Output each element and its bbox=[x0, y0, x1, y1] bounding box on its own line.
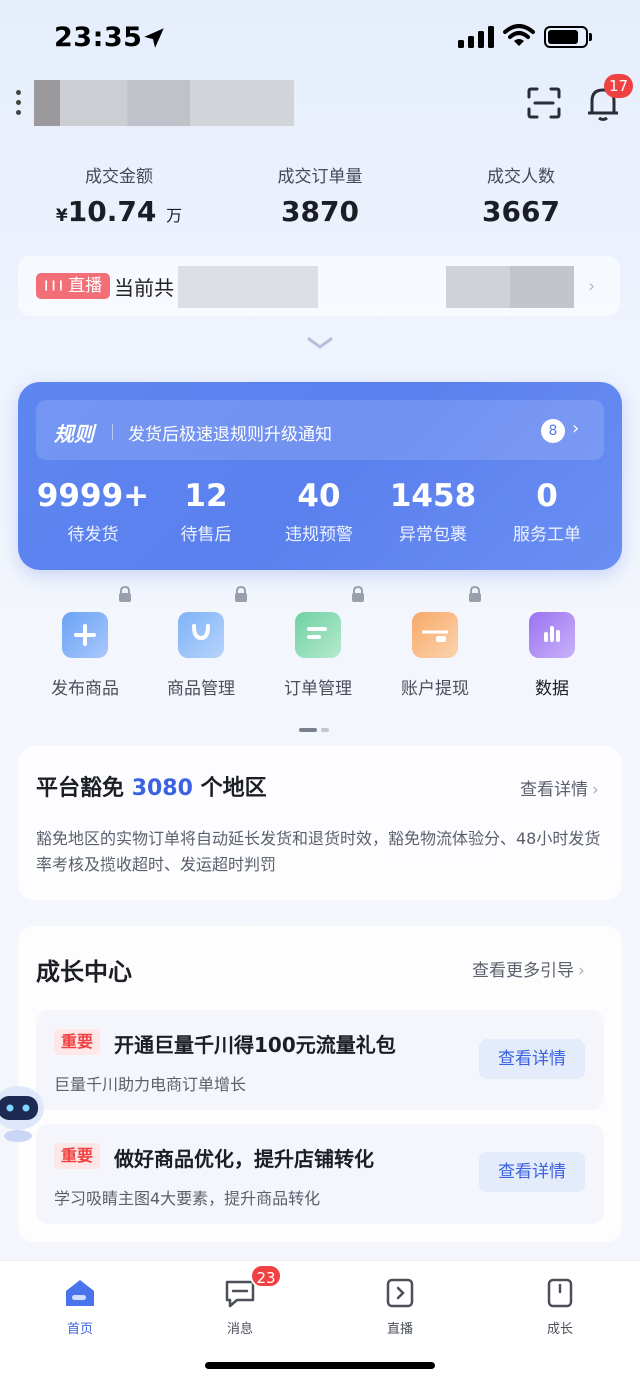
order-icon bbox=[295, 612, 341, 658]
divider bbox=[112, 424, 113, 440]
more-menu-icon[interactable] bbox=[16, 90, 24, 120]
action-label: 数据 bbox=[535, 679, 569, 699]
tab-home[interactable]: 首页 bbox=[40, 1278, 120, 1337]
view-details-button[interactable]: 查看详情 bbox=[479, 1039, 585, 1079]
metric-pending-ship[interactable]: 9999+ 待发货 bbox=[36, 478, 150, 545]
growth-icon bbox=[547, 1278, 573, 1308]
metric-value: 1458 bbox=[389, 478, 477, 514]
stat-value: ¥10.74 万 bbox=[55, 195, 183, 228]
view-details-button[interactable]: 查看详情 bbox=[479, 1152, 585, 1192]
exempt-description: 豁免地区的实物订单将自动延长发货和退货时效，豁免物流体验分、48小时发货率考核及… bbox=[36, 829, 601, 874]
important-tag: 重要 bbox=[54, 1029, 101, 1055]
task-title: 做好商品优化，提升店铺转化 bbox=[114, 1147, 374, 1171]
metric-value: 0 bbox=[536, 478, 558, 514]
stat-buyers[interactable]: 成交人数 3667 bbox=[436, 162, 606, 228]
stat-value: 3870 bbox=[281, 195, 359, 228]
lock-icon bbox=[352, 586, 364, 602]
chevron-right-icon: › bbox=[572, 418, 580, 439]
notification-badge: 17 bbox=[604, 74, 634, 98]
live-play-icon bbox=[386, 1278, 414, 1308]
stat-gmv[interactable]: 成交金额 ¥10.74 万 bbox=[34, 162, 204, 228]
home-indicator bbox=[205, 1362, 435, 1369]
action-label: 商品管理 bbox=[167, 679, 235, 699]
action-label: 账户提现 bbox=[401, 679, 469, 699]
action-product-management[interactable]: 商品管理 bbox=[143, 604, 259, 699]
metric-label: 服务工单 bbox=[513, 525, 581, 545]
chevron-right-icon: › bbox=[578, 961, 585, 981]
action-label: 订单管理 bbox=[284, 679, 352, 699]
shop-name-blurred[interactable] bbox=[34, 80, 294, 126]
tab-label: 直播 bbox=[386, 1322, 413, 1337]
metric-value: 9999+ bbox=[36, 478, 150, 514]
location-arrow-icon bbox=[144, 28, 164, 48]
live-bars-icon: ❙❙❙ bbox=[42, 280, 65, 291]
tab-label: 成长 bbox=[546, 1322, 573, 1337]
exempt-title: 平台豁免 3080 个地区 bbox=[36, 776, 267, 801]
tab-live[interactable]: 直播 bbox=[360, 1278, 440, 1337]
chevron-right-icon: › bbox=[592, 780, 599, 800]
live-tag: ❙❙❙ 直播 bbox=[36, 273, 111, 299]
tab-growth[interactable]: 成长 bbox=[520, 1278, 600, 1337]
stat-label: 成交金额 bbox=[85, 167, 153, 187]
action-order-management[interactable]: 订单管理 bbox=[260, 604, 376, 699]
wallet-icon bbox=[412, 612, 458, 658]
assistant-robot-icon[interactable] bbox=[0, 1074, 48, 1144]
metric-label: 待发货 bbox=[67, 525, 119, 545]
metric-violation[interactable]: 40 违规预警 bbox=[262, 478, 376, 545]
chevron-right-icon: › bbox=[588, 276, 596, 297]
tab-label: 首页 bbox=[66, 1322, 93, 1337]
task-title: 开通巨量千川得100元流量礼包 bbox=[114, 1033, 396, 1057]
exempt-details-link[interactable]: 查看详情 › bbox=[520, 775, 599, 800]
task-subtitle: 学习吸睛主图4大要素，提升商品转化 bbox=[54, 1189, 321, 1208]
scan-icon[interactable] bbox=[526, 86, 562, 120]
battery-icon bbox=[544, 26, 592, 48]
metric-value: 12 bbox=[184, 478, 228, 514]
metric-after-sale[interactable]: 12 待售后 bbox=[149, 478, 263, 545]
stat-value: 3667 bbox=[482, 195, 560, 228]
stat-orders[interactable]: 成交订单量 3870 bbox=[235, 162, 405, 228]
stat-label: 成交人数 bbox=[487, 167, 555, 187]
chart-icon bbox=[529, 612, 575, 658]
metric-label: 异常包裹 bbox=[399, 525, 467, 545]
metric-label: 待售后 bbox=[180, 525, 232, 545]
publish-icon bbox=[62, 612, 108, 658]
action-label: 发布商品 bbox=[51, 679, 119, 699]
growth-title: 成长中心 bbox=[36, 958, 132, 986]
metric-service-ticket[interactable]: 0 服务工单 bbox=[490, 478, 604, 545]
cellular-signal-icon bbox=[458, 26, 494, 48]
action-withdraw[interactable]: 账户提现 bbox=[377, 604, 493, 699]
lock-icon bbox=[469, 586, 481, 602]
metric-label: 违规预警 bbox=[285, 525, 353, 545]
important-tag: 重要 bbox=[54, 1143, 101, 1169]
action-publish-product[interactable]: 发布商品 bbox=[27, 604, 143, 699]
action-data[interactable]: 数据 bbox=[494, 604, 610, 699]
growth-more-link[interactable]: 查看更多引导 › bbox=[472, 956, 585, 981]
lock-icon bbox=[235, 586, 247, 602]
live-text: 当前共 bbox=[114, 276, 174, 300]
blurred-content bbox=[446, 266, 574, 308]
status-time: 23:35 bbox=[54, 22, 143, 53]
rule-count-badge: 8 bbox=[541, 419, 565, 443]
wifi-icon bbox=[503, 24, 535, 46]
stat-label: 成交订单量 bbox=[277, 167, 363, 187]
tab-label: 消息 bbox=[226, 1322, 253, 1337]
page-indicator bbox=[299, 717, 333, 736]
rule-tag: 规则 bbox=[54, 422, 94, 446]
message-badge: 23 bbox=[250, 1264, 282, 1288]
metric-value: 40 bbox=[297, 478, 341, 514]
rule-text: 发货后极速退规则升级通知 bbox=[128, 425, 332, 445]
bag-icon bbox=[178, 612, 224, 658]
chevron-down-icon[interactable] bbox=[306, 336, 334, 350]
home-icon bbox=[66, 1280, 94, 1306]
lock-icon bbox=[119, 586, 131, 602]
task-subtitle: 巨量千川助力电商订单增长 bbox=[54, 1075, 247, 1094]
blurred-content bbox=[178, 266, 318, 308]
metric-abnormal-package[interactable]: 1458 异常包裹 bbox=[376, 478, 490, 545]
